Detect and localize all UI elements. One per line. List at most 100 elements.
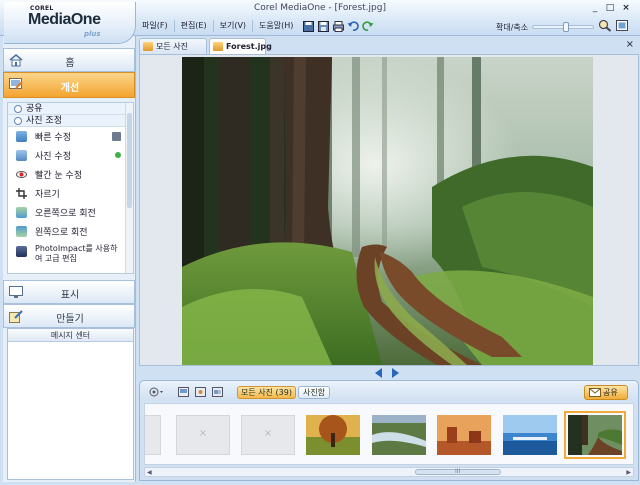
maximize-button[interactable]: □ xyxy=(605,3,615,13)
filmstrip-tab-all-photos[interactable]: 모든 사진 (39) xyxy=(237,386,296,399)
menu-edit[interactable]: 편집(E) xyxy=(175,19,213,33)
nav-home[interactable]: 홈 xyxy=(3,48,135,72)
zoom-magnifier-icon[interactable] xyxy=(598,19,612,35)
tool-quick-fix[interactable]: 빠른 수정 xyxy=(8,127,133,146)
menu-file[interactable]: 파일(F) xyxy=(136,19,174,33)
adjust-section-label: 사진 조정 xyxy=(26,116,62,126)
zoom-slider-thumb[interactable] xyxy=(563,22,570,32)
thumbnail-sea[interactable] xyxy=(503,415,557,455)
tab-forest-label: Forest.jpg xyxy=(226,42,272,51)
thumbnail-desert[interactable] xyxy=(437,415,491,455)
thumbnail-placeholder[interactable] xyxy=(145,415,161,455)
photo-viewer xyxy=(139,54,639,366)
tab-all-photos[interactable]: 모든 사진 (39) xyxy=(139,38,207,66)
scrollbar-thumb[interactable] xyxy=(127,113,132,208)
slideshow-icon[interactable] xyxy=(212,387,223,397)
logo-plus: plus xyxy=(84,30,101,38)
tool-crop[interactable]: 자르기 xyxy=(8,184,133,203)
message-center: 메시지 센터 xyxy=(7,328,134,480)
menu-help[interactable]: 도움말(H) xyxy=(253,19,299,33)
share-section-label: 공유 xyxy=(26,104,43,114)
nav-fix[interactable]: 개선 xyxy=(3,72,135,98)
share-button[interactable]: 공유 xyxy=(584,385,628,400)
scrollbar-grip: III xyxy=(455,468,461,475)
document-tabs: 모든 사진 (39) Forest.jpg × xyxy=(139,38,639,66)
minimize-button[interactable]: _ xyxy=(590,3,600,13)
tool-photo-fix-label: 사진 수정 xyxy=(35,152,71,162)
rotate-left-icon xyxy=(16,226,27,237)
close-tab-button[interactable]: × xyxy=(626,39,634,50)
message-center-header[interactable]: 메시지 센터 xyxy=(8,329,133,342)
tool-crop-label: 자르기 xyxy=(35,190,60,200)
camera-icon xyxy=(112,132,121,141)
filmstrip-scrollbar[interactable]: ◀ III ▶ xyxy=(144,467,634,477)
thumbnail-autumn-tree[interactable] xyxy=(306,415,360,455)
print-icon[interactable] xyxy=(332,20,344,32)
import-icon[interactable] xyxy=(178,387,189,397)
tool-rotate-left-label: 왼쪽으로 회전 xyxy=(35,228,88,238)
zoom-label: 확대/축소 xyxy=(496,22,529,32)
filmstrip-panel: 모든 사진 (39) 사진함 공유 ◀ III ▶ xyxy=(139,380,639,481)
expand-arrow-icon xyxy=(14,105,22,113)
message-center-label: 메시지 센터 xyxy=(50,331,91,340)
save-icon[interactable] xyxy=(302,20,314,32)
close-window-button[interactable]: × xyxy=(621,3,631,13)
tool-rotate-left[interactable]: 왼쪽으로 회전 xyxy=(8,222,133,241)
fix-tools-panel: 공유 사진 조정 빠른 수정 사진 수정 빨간 눈 수정 자르기 오른쪽으로 회… xyxy=(7,102,134,274)
previous-photo-icon[interactable] xyxy=(375,368,383,378)
gear-icon[interactable] xyxy=(148,386,163,398)
thumbnail-placeholder[interactable] xyxy=(241,415,295,455)
tool-rotate-right[interactable]: 오른쪽으로 회전 xyxy=(8,203,133,222)
nav-fix-label: 개선 xyxy=(60,83,80,94)
red-eye-icon xyxy=(16,169,27,180)
quick-fix-icon xyxy=(16,131,27,142)
rotate-right-icon xyxy=(16,207,27,218)
thumbnail-strip xyxy=(144,403,634,465)
photo-tag-icon[interactable] xyxy=(195,387,206,397)
tool-photo-fix[interactable]: 사진 수정 xyxy=(8,146,133,165)
thumbnail-forest-selected[interactable] xyxy=(564,411,626,459)
photo-navigation xyxy=(375,368,399,378)
menu-view[interactable]: 보기(V) xyxy=(214,19,252,33)
logo-brand: MediaOne xyxy=(28,11,101,28)
scrollbar-thumb[interactable]: III xyxy=(415,468,501,475)
nav-view[interactable]: 표시 xyxy=(3,280,135,304)
share-icon xyxy=(589,388,601,397)
tool-red-eye-label: 빨간 눈 수정 xyxy=(35,171,83,181)
save-as-icon[interactable] xyxy=(317,20,329,32)
sidebar: 홈 개선 공유 사진 조정 빠른 수정 사진 수정 빨간 눈 수정 자르기 오른… xyxy=(3,36,136,482)
tool-rotate-right-label: 오른쪽으로 회전 xyxy=(35,209,96,219)
tool-quick-fix-label: 빠른 수정 xyxy=(35,133,71,143)
filmstrip-tab-album[interactable]: 사진함 xyxy=(298,386,330,399)
nav-view-label: 표시 xyxy=(60,290,80,301)
nav-home-label: 홈 xyxy=(65,58,75,69)
scroll-right-icon[interactable]: ▶ xyxy=(626,469,631,476)
tool-red-eye[interactable]: 빨간 눈 수정 xyxy=(8,165,133,184)
share-section-header[interactable]: 공유 xyxy=(8,103,133,115)
crop-icon xyxy=(16,188,27,199)
undo-icon[interactable] xyxy=(347,20,360,32)
forest-photo[interactable] xyxy=(182,57,593,365)
tool-photoimpact-label: PhotoImpact를 사용하여 고급 편집 xyxy=(35,244,118,263)
tab-forest-jpg[interactable]: Forest.jpg xyxy=(209,38,272,54)
menu-bar: 파일(F) 편집(E) 보기(V) 도움말(H) xyxy=(136,18,374,34)
redo-icon[interactable] xyxy=(362,20,374,32)
fix-panel-scrollbar[interactable] xyxy=(125,103,133,273)
thumbnail-placeholder[interactable] xyxy=(176,415,230,455)
app-logo: COREL MediaOne plus xyxy=(4,2,136,44)
nav-create[interactable]: 만들기 xyxy=(3,304,135,328)
photo-fix-icon xyxy=(16,150,27,161)
photos-icon xyxy=(143,42,153,51)
image-file-icon xyxy=(213,42,223,51)
tool-photoimpact[interactable]: PhotoImpact를 사용하여 고급 편집 xyxy=(8,241,133,265)
thumbnail-river[interactable] xyxy=(372,415,426,455)
zoom-control: 확대/축소 xyxy=(496,19,629,35)
zoom-slider[interactable] xyxy=(532,22,595,32)
adjust-section-header[interactable]: 사진 조정 xyxy=(8,115,133,127)
green-dot-icon xyxy=(115,152,121,158)
share-button-label: 공유 xyxy=(603,388,618,397)
next-photo-icon[interactable] xyxy=(391,368,399,378)
photoimpact-icon xyxy=(16,246,27,257)
scroll-left-icon[interactable]: ◀ xyxy=(147,469,152,476)
fit-window-icon[interactable] xyxy=(616,19,629,35)
